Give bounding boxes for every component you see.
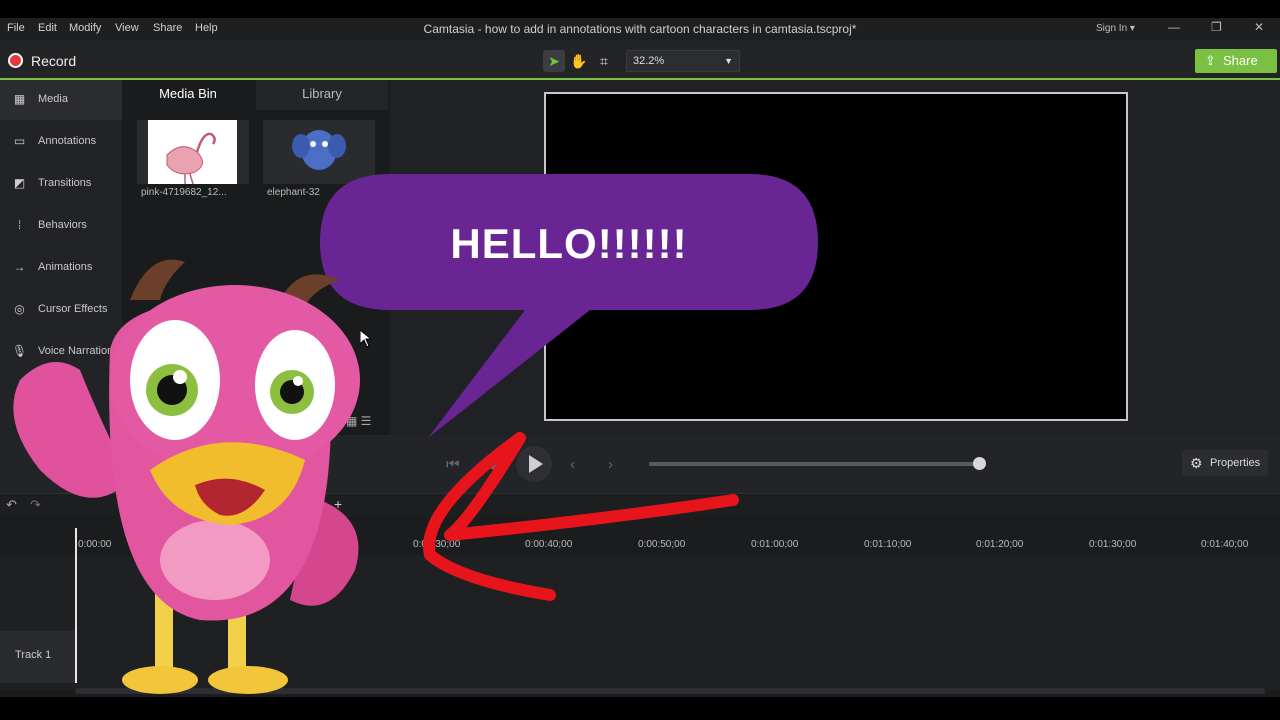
record-button[interactable]: Record: [31, 53, 76, 69]
track-label[interactable]: Track 1: [0, 631, 75, 683]
media-caption: pink-4719682_12...: [141, 187, 227, 198]
menu-bar: Camtasia - how to add in annotations wit…: [0, 18, 1280, 40]
animation-icon: →: [13, 260, 26, 274]
share-icon: ⇪: [1205, 53, 1216, 68]
microphone-icon: 🎙: [11, 344, 28, 358]
sign-in-button[interactable]: Sign In ▾: [1096, 23, 1135, 34]
menu-share[interactable]: Share: [153, 22, 182, 34]
flamingo-thumbnail: [137, 120, 249, 185]
tools-sidebar: ▦ Media ▭ Annotations ◩ Transitions ⁞ Be…: [0, 80, 122, 435]
crop-icon[interactable]: ⌗: [593, 50, 615, 72]
next-icon[interactable]: ›: [608, 456, 613, 473]
share-button[interactable]: ⇪ Share: [1195, 49, 1277, 73]
sidebar-item-label: Animations: [38, 261, 93, 273]
media-item-flamingo[interactable]: pink-4719682_12...: [137, 120, 249, 202]
sidebar-item-voice-narration[interactable]: 🎙 Voice Narration: [0, 332, 122, 372]
annotation-text[interactable]: HELLO!!!!!!: [320, 220, 818, 268]
scrub-bar[interactable]: [649, 462, 981, 466]
menu-file[interactable]: File: [7, 22, 25, 34]
timeline-toolbar: ↶ ↷ +: [0, 493, 1280, 517]
tab-library[interactable]: Library: [256, 80, 388, 110]
menu-view[interactable]: View: [115, 22, 139, 34]
playback-controls: [0, 435, 1280, 493]
playhead[interactable]: [75, 528, 77, 683]
sidebar-item-label: Media: [38, 93, 68, 105]
sidebar-item-cursor-effects[interactable]: ◎ Cursor Effects: [0, 290, 122, 330]
sidebar-item-transitions[interactable]: ◩ Transitions: [0, 164, 122, 204]
mouse-cursor-icon: [360, 330, 372, 348]
ruler-tick: 0:01:20;00: [976, 539, 1024, 550]
ruler-tick: 0:01:30;00: [1089, 539, 1137, 550]
bottom-letterbox: [0, 697, 1280, 720]
camtasia-window: Camtasia - how to add in annotations wit…: [0, 0, 1280, 720]
arrow-select-icon[interactable]: ➤: [543, 50, 565, 72]
sidebar-item-label: Behaviors: [38, 219, 87, 231]
close-icon[interactable]: ✕: [1254, 20, 1264, 34]
zoom-value: 32.2%: [633, 55, 665, 67]
share-label: Share: [1223, 53, 1258, 68]
media-item-elephant[interactable]: elephant-32: [263, 120, 375, 202]
properties-label: Properties: [1210, 457, 1261, 469]
hand-pan-icon[interactable]: ✋: [568, 50, 590, 72]
sidebar-item-annotations[interactable]: ▭ Annotations: [0, 122, 122, 162]
previous-icon[interactable]: ‹: [570, 456, 575, 473]
scrub-handle[interactable]: [973, 457, 986, 470]
chevron-down-icon: ▼: [724, 56, 733, 66]
menu-help[interactable]: Help: [195, 22, 218, 34]
record-icon[interactable]: [8, 53, 23, 68]
undo-icon[interactable]: ↶: [6, 497, 17, 513]
sidebar-item-animations[interactable]: → Animations: [0, 248, 122, 288]
top-letterbox: [0, 0, 1280, 18]
play-button[interactable]: [516, 446, 552, 482]
ruler-tick: 0:01:00;00: [751, 539, 799, 550]
add-track-icon[interactable]: +: [334, 496, 342, 512]
menu-edit[interactable]: Edit: [38, 22, 57, 34]
media-caption: elephant-32: [267, 187, 320, 198]
sidebar-item-label: Transitions: [38, 177, 92, 189]
zoom-select[interactable]: 32.2% ▼: [626, 50, 740, 72]
minimize-icon[interactable]: —: [1168, 20, 1180, 34]
film-icon: ▦: [13, 92, 26, 106]
toolbar: Record ➤ ✋ ⌗ 32.2% ▼ ⇪ Share: [0, 40, 1280, 80]
annotation-icon: ▭: [13, 134, 26, 148]
ruler-tick: 0:00:30;00: [413, 539, 461, 550]
ruler-tick: 0:01:40;00: [1201, 539, 1249, 550]
step-back-icon[interactable]: ⏮: [446, 456, 460, 473]
ruler-tick: 0:00:50;00: [638, 539, 686, 550]
elephant-thumbnail: [263, 120, 375, 184]
gear-icon: ⚙: [1190, 455, 1203, 471]
properties-button[interactable]: ⚙ Properties: [1182, 450, 1268, 476]
grid-view-icon[interactable]: ▦ ☰: [346, 414, 371, 428]
media-tabs: Media Bin Library: [122, 80, 390, 110]
sidebar-item-label: Voice Narration: [38, 345, 114, 357]
ruler-tick: 0:00:40;00: [525, 539, 573, 550]
tab-media-bin[interactable]: Media Bin: [122, 80, 254, 110]
sidebar-item-label: Annotations: [38, 135, 97, 147]
rewind-icon[interactable]: ◀: [486, 456, 498, 474]
timeline-tracks: [0, 555, 1280, 690]
behaviors-icon: ⁞: [17, 218, 22, 232]
restore-icon[interactable]: ❐: [1211, 20, 1222, 34]
transition-icon: ◩: [13, 176, 26, 190]
cursor-effects-icon: ◎: [14, 302, 25, 316]
sidebar-item-label: Cursor Effects: [38, 303, 108, 315]
ruler-tick: 0:00:00: [78, 539, 112, 550]
window-title: Camtasia - how to add in annotations wit…: [423, 22, 857, 36]
sidebar-item-media[interactable]: ▦ Media: [0, 80, 122, 120]
redo-icon[interactable]: ↷: [30, 497, 41, 513]
sidebar-item-behaviors[interactable]: ⁞ Behaviors: [0, 206, 122, 246]
ruler-tick: 0:01:10;00: [864, 539, 912, 550]
timeline-scrollbar[interactable]: [75, 688, 1265, 694]
menu-modify[interactable]: Modify: [69, 22, 101, 34]
